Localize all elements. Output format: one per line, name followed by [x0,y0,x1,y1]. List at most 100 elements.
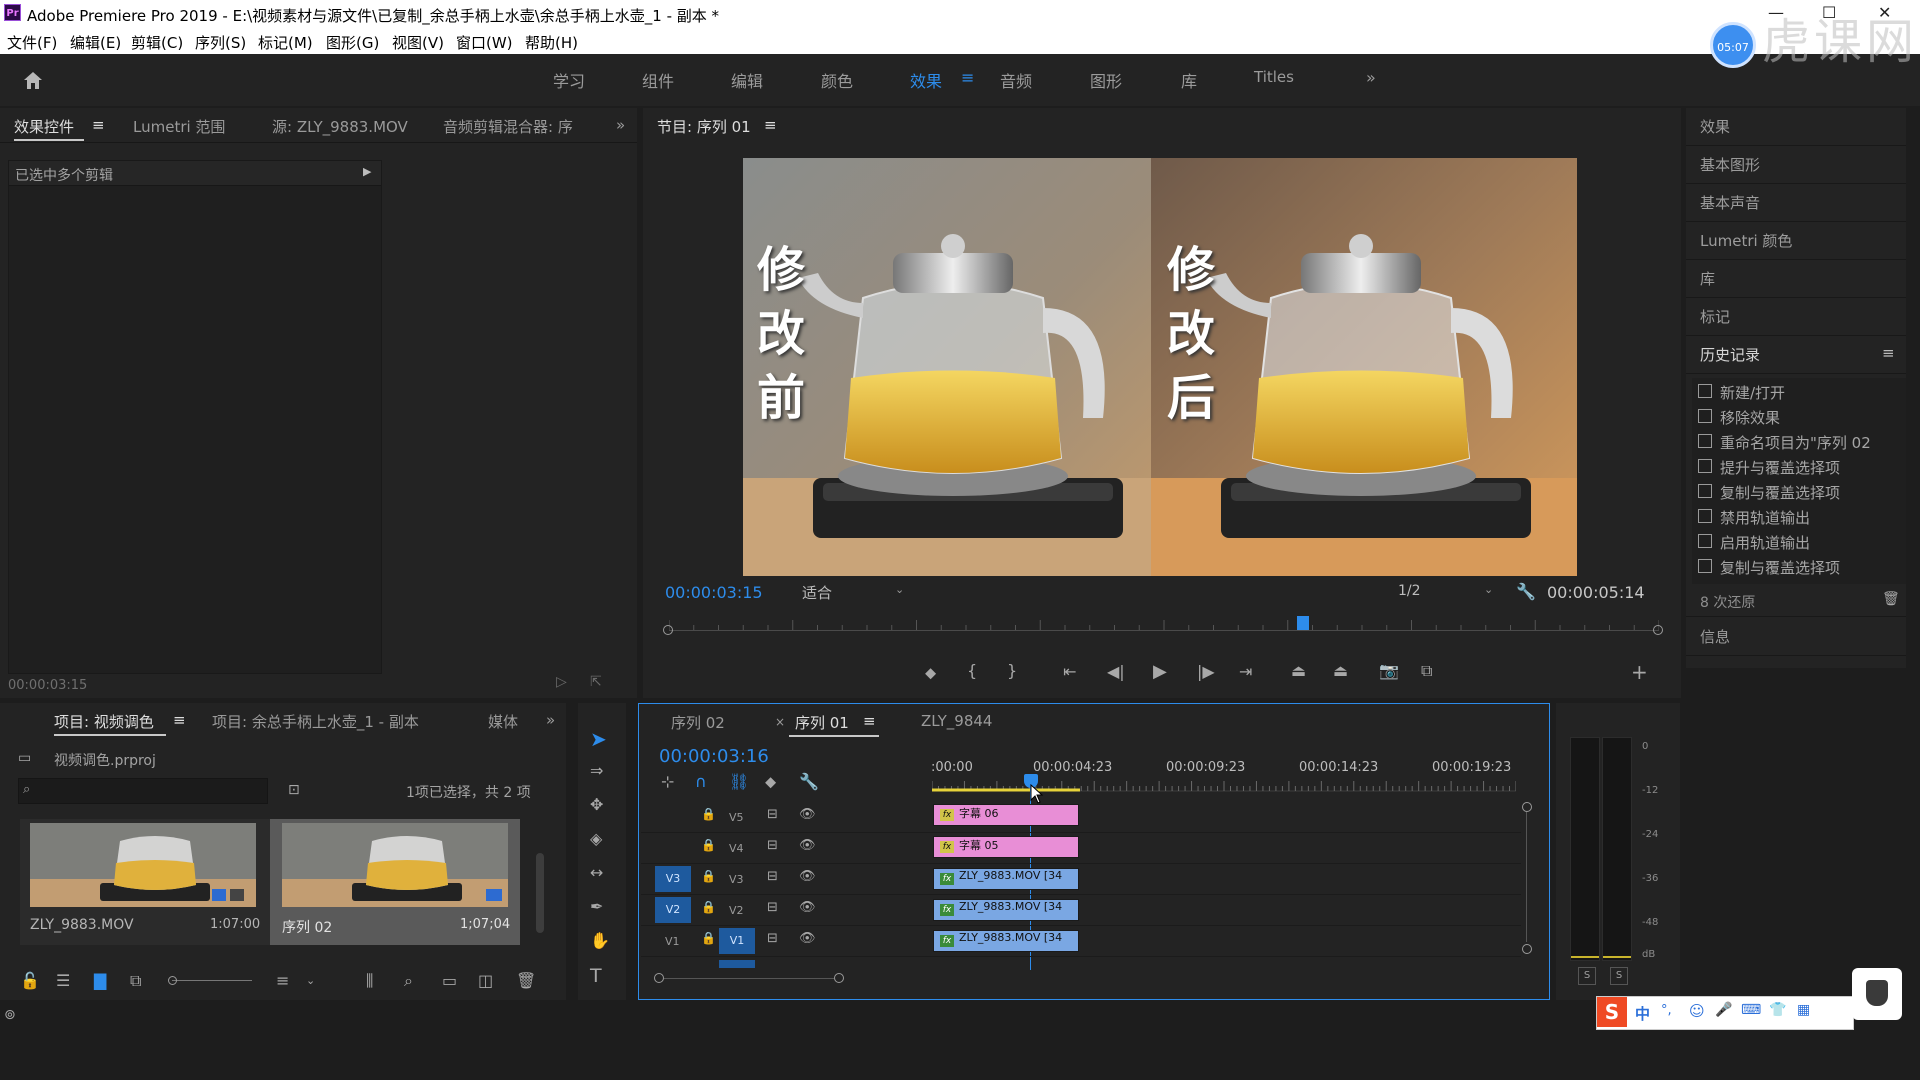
panel-markers[interactable]: 标记 [1686,298,1906,336]
pen-tool-icon[interactable]: ✒ [590,899,603,915]
type-tool-icon[interactable]: T [590,967,602,986]
new-item-icon[interactable]: ◫ [478,973,493,989]
menu-file[interactable]: 文件(F) [7,32,57,53]
clear-icon[interactable]: 🗑 [516,973,536,989]
ime-mode[interactable]: 中 [1635,1003,1650,1024]
hand-tool-icon[interactable]: ✋ [590,933,610,949]
timeline-clip[interactable]: fx 字幕 05 [933,836,1079,858]
tab-sequence-01[interactable]: 序列 01 [795,712,849,733]
trash-icon[interactable]: 🗑 [1882,592,1900,606]
expand-arrow-icon[interactable]: ▶ [363,165,371,178]
eye-icon[interactable]: 👁 [799,901,816,914]
menu-edit[interactable]: 编辑(E) [70,32,121,53]
lock-icon[interactable]: 🔒 [701,932,716,944]
eye-icon[interactable]: 👁 [799,932,816,945]
floating-widget[interactable] [1852,968,1902,1020]
fit-dropdown[interactable]: 适合 ⌄ [800,580,910,602]
go-to-out-icon[interactable]: ⇥ [1239,664,1252,680]
play-icon[interactable]: ▶ [1153,663,1167,681]
eye-icon[interactable]: 👁 [799,839,816,852]
timeline-vertical-scrollbar[interactable] [1522,802,1532,954]
selection-tool-icon[interactable]: ➤ [590,729,607,749]
linked-selection-icon[interactable]: ⛓ [729,774,749,790]
home-icon[interactable] [22,70,44,90]
resolution-dropdown[interactable]: 1/2 ⌄ [1396,580,1496,602]
ime-skin[interactable]: 👕 [1769,1002,1786,1018]
timeline-timecode[interactable]: 00:00:03:16 [659,746,769,767]
menu-view[interactable]: 视图(V) [392,32,444,53]
tab-sequence-02[interactable]: 序列 02 [671,712,725,733]
step-forward-icon[interactable]: |▶ [1197,664,1215,680]
menu-clip[interactable]: 剪辑(C) [131,32,183,53]
new-bin-icon[interactable]: ▭ [442,973,457,989]
timeline-clip[interactable]: fx ZLY_9883.MOV [34 [933,899,1079,921]
list-view-icon[interactable]: ☰ [56,973,70,989]
lock-icon[interactable]: 🔒 [701,901,716,913]
menu-help[interactable]: 帮助(H) [525,32,578,53]
tab-media-browser[interactable]: 媒体 [488,711,518,732]
razor-tool-icon[interactable]: ◈ [590,831,602,847]
workspace-overflow-icon[interactable]: » [1366,68,1376,87]
lock-icon[interactable]: 🔓 [20,973,40,989]
mark-in-icon[interactable]: { [967,663,977,679]
workspace-assembly[interactable]: 组件 [642,68,674,92]
close-tab-icon[interactable]: × [775,715,785,729]
workspace-titles[interactable]: Titles [1254,68,1294,86]
panel-overflow-icon[interactable]: » [616,116,625,134]
export-frame-icon[interactable]: 📷 [1379,663,1399,679]
nest-icon[interactable]: ⊹ [661,774,674,790]
play-audio-icon[interactable]: ▷ [556,675,567,689]
freeform-view-icon[interactable]: ⧉ [130,973,141,989]
export-icon[interactable]: ⇱ [590,675,602,689]
chevron-down-icon[interactable]: ⌄ [306,975,315,986]
lock-icon[interactable]: 🔒 [701,808,716,820]
timeline-zoom-scrollbar[interactable] [654,972,844,984]
lock-icon[interactable]: 🔒 [701,870,716,882]
panel-effects[interactable]: 效果 [1686,108,1906,146]
automate-icon[interactable]: ⫼ [366,973,373,989]
history-item[interactable]: 移除效果 [1698,407,1780,428]
ime-keyboard[interactable]: ⌨ [1741,1002,1761,1018]
snap-icon[interactable]: ∩ [695,774,707,790]
menu-sequence[interactable]: 序列(S) [195,32,246,53]
workspace-effects[interactable]: 效果 [910,68,942,92]
tab-effect-controls-menu-icon[interactable]: ≡ [92,116,105,134]
program-playhead[interactable] [1296,616,1309,630]
timeline-clip[interactable]: fx ZLY_9883.MOV [34 [933,930,1079,952]
lift-icon[interactable]: ⏏ [1291,663,1306,679]
menu-marker[interactable]: 标记(M) [258,32,313,53]
find-icon[interactable]: ⌕ [404,973,413,989]
history-item[interactable]: 复制与覆盖选择项 [1698,482,1840,503]
history-item[interactable]: 启用轨道输出 [1698,532,1810,553]
timeline-clip[interactable]: fx 字幕 06 [933,804,1079,826]
source-patch-v1[interactable]: V1 [665,935,680,948]
go-to-in-icon[interactable]: ⇤ [1063,664,1076,680]
panel-info[interactable]: 信息 [1686,618,1906,656]
tab-project-copy[interactable]: 项目: 余总手柄上水壶_1 - 副本 [212,711,419,732]
wrench-icon[interactable]: 🔧 [1516,584,1536,600]
timeline-ruler[interactable] [932,778,1516,792]
add-marker-icon[interactable]: ⬥ [925,665,936,681]
timeline-clip[interactable]: fx ZLY_9883.MOV [34 [933,868,1079,890]
icon-view-icon[interactable]: ▇ [94,973,106,989]
project-item[interactable]: ZLY_9883.MOV 1:07:00 [20,819,270,945]
lock-icon[interactable]: 🔒 [701,839,716,851]
tab-audio-clip-mixer[interactable]: 音频剪辑混合器: 序 [443,116,573,137]
workspace-graphics[interactable]: 图形 [1090,68,1122,92]
extract-icon[interactable]: ⏏ [1333,663,1348,679]
program-scrubber[interactable] [663,614,1663,640]
slip-tool-icon[interactable]: ↔ [590,865,603,881]
ime-punct[interactable]: °, [1661,1003,1672,1018]
source-patch-v2[interactable]: V2 [655,897,691,923]
panel-history[interactable]: 历史记录 ≡ [1686,336,1906,374]
sync-lock-icon[interactable]: ⊟ [767,808,778,821]
tab-effect-controls[interactable]: 效果控件 [14,116,74,137]
solo-left-button[interactable]: S [1578,967,1596,985]
history-item[interactable]: 重命名项目为"序列 02 [1698,432,1871,453]
track-select-tool-icon[interactable]: ⇒ [590,763,603,779]
history-item[interactable]: 新建/打开 [1698,382,1785,403]
panel-libraries[interactable]: 库 [1686,260,1906,298]
sync-lock-icon[interactable]: ⊟ [767,901,778,914]
workspace-editing[interactable]: 编辑 [731,68,763,92]
eye-icon[interactable]: 👁 [799,870,816,883]
